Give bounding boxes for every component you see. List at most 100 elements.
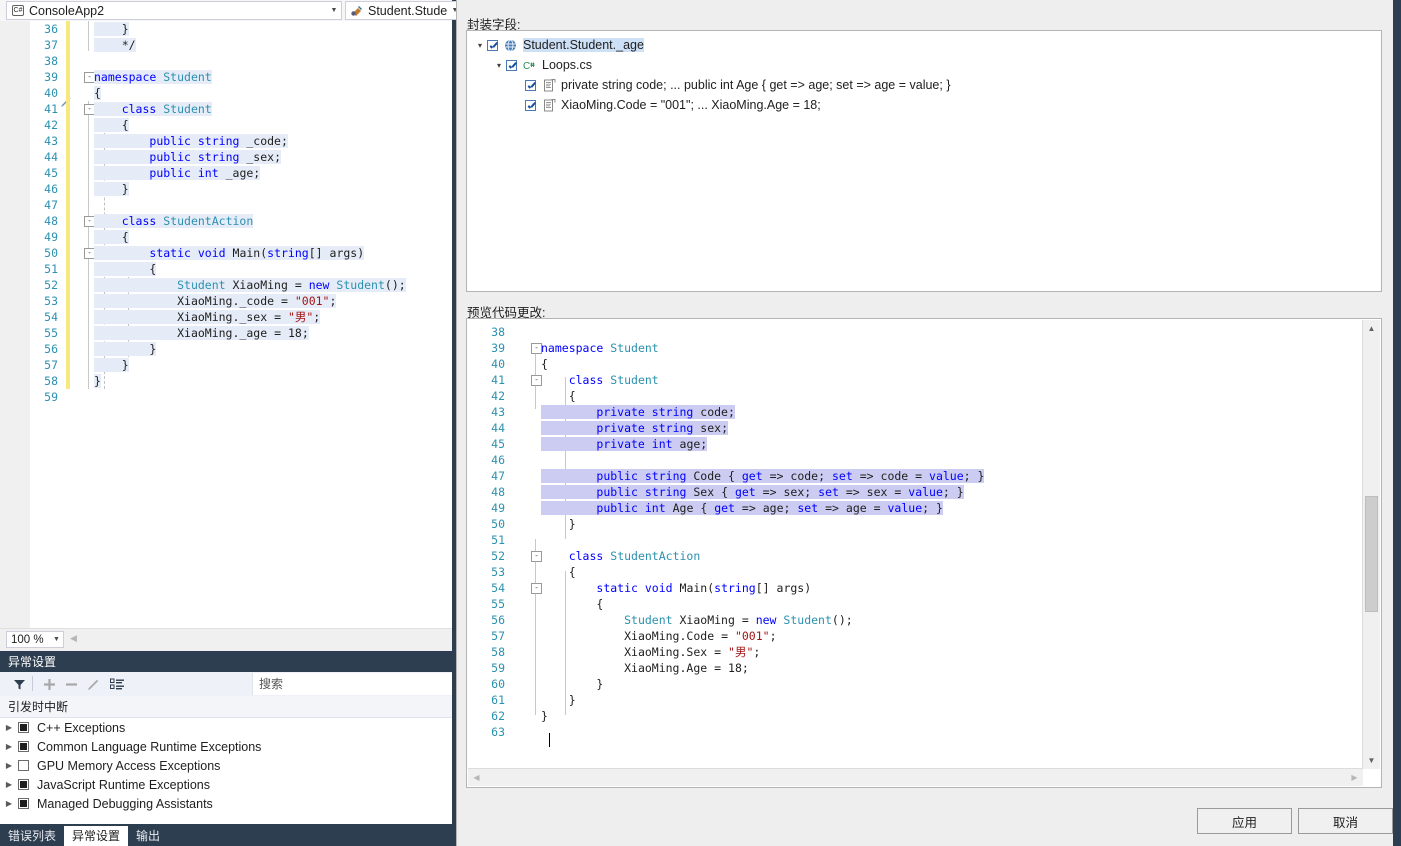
member-dropdown[interactable]: Student.Stude ▼ [345, 1, 463, 20]
apply-button[interactable]: 应用 [1197, 808, 1292, 834]
editor-line[interactable]: 37 */ [0, 37, 452, 53]
window-right-border [1393, 0, 1401, 846]
filter-icon[interactable] [10, 675, 28, 693]
visual-studio-client-area: C# ConsoleApp2 ▼ Student.Stude ▼ 36} 37… [0, 0, 463, 846]
change-bar [66, 21, 70, 37]
line-number: 48 [44, 214, 58, 228]
exception-label: JavaScript Runtime Exceptions [37, 777, 210, 792]
exception-search-input[interactable]: 搜索 [252, 673, 452, 695]
exception-list[interactable]: ▶ C++ Exceptions ▶ Common Language Runtime … [0, 718, 452, 824]
editor-line[interactable]: 45 public int _age; [0, 165, 452, 181]
line-number: 37 [44, 38, 58, 52]
editor-code-lines[interactable]: 36 } 37 */38 39- namespace Student 40{41- cl… [0, 21, 452, 628]
preview-line-number: 57 [491, 629, 505, 643]
columns-icon[interactable] [108, 675, 126, 693]
editor-line[interactable]: 59 [0, 389, 452, 405]
scroll-right-arrow-icon-preview[interactable]: ▶ [1346, 769, 1363, 786]
exception-checkbox[interactable] [18, 741, 29, 752]
tool-tab-inactive[interactable]: 输出 [128, 826, 168, 846]
tree-node[interactable]: private string code; ... public int Age … [467, 75, 1381, 95]
preview-line-text: { [541, 357, 548, 371]
change-bar [66, 133, 70, 149]
exception-row[interactable]: ▶ Managed Debugging Assistants [0, 794, 452, 813]
editor-line[interactable]: 49 { [0, 229, 452, 245]
exception-row[interactable]: ▶ JavaScript Runtime Exceptions [0, 775, 452, 794]
editor-line[interactable]: 52 Student XiaoMing = new Student(); [0, 277, 452, 293]
editor-line[interactable]: 44 public string _sex; [0, 149, 452, 165]
editor-line[interactable]: 56 } [0, 341, 452, 357]
scroll-down-arrow-icon[interactable]: ▼ [1363, 752, 1380, 769]
editor-line[interactable]: 41- class Student [0, 101, 452, 117]
line-text: { [94, 117, 129, 133]
line-number: 51 [44, 262, 58, 276]
editor-line[interactable]: 36 } [0, 21, 452, 37]
tree-node-label: private string code; ... public int Age … [561, 78, 951, 92]
expand-arrow-icon[interactable]: ▶ [0, 799, 18, 808]
zoom-level-dropdown[interactable]: 100 % ▼ [6, 631, 64, 648]
exception-checkbox[interactable] [18, 779, 29, 790]
expand-arrow-icon[interactable]: ▶ [0, 742, 18, 751]
exception-checkbox[interactable] [18, 722, 29, 733]
scroll-up-arrow-icon[interactable]: ▲ [1363, 320, 1380, 337]
tool-tab-inactive[interactable]: 错误列表 [0, 826, 64, 846]
exception-checkbox[interactable] [18, 798, 29, 809]
tree-expand-arrow-icon[interactable]: ▾ [492, 61, 506, 70]
line-text: } [94, 21, 129, 37]
expand-arrow-icon[interactable]: ▶ [0, 780, 18, 789]
code-change-icon [541, 78, 556, 93]
changes-tree-view[interactable]: ▾ Student.Student._age ▾ C Loops.cs private s… [466, 30, 1382, 292]
exception-row[interactable]: ▶ Common Language Runtime Exceptions [0, 737, 452, 756]
editor-line[interactable]: 48- class StudentAction [0, 213, 452, 229]
tree-node-checkbox[interactable] [525, 99, 536, 111]
tree-node[interactable]: ▾ C Loops.cs [467, 55, 1381, 75]
editor-line[interactable]: 55 XiaoMing._age = 18; [0, 325, 452, 341]
chevron-down-icon[interactable]: ▼ [327, 7, 341, 14]
preview-line-text: XiaoMing.Sex = "男"; [624, 645, 761, 659]
edit-icon[interactable] [84, 675, 102, 693]
preview-code-pane[interactable]: 38 39- namespace Student 40{41- class Stude… [466, 318, 1382, 788]
exception-row[interactable]: ▶ C++ Exceptions [0, 718, 452, 737]
editor-line[interactable]: 47 [0, 197, 452, 213]
editor-line[interactable]: 40 { [0, 85, 452, 101]
tree-node-checkbox[interactable] [525, 79, 536, 91]
tree-expand-arrow-icon[interactable]: ▾ [473, 41, 487, 50]
expand-arrow-icon[interactable]: ▶ [0, 761, 18, 770]
add-icon[interactable] [40, 675, 58, 693]
editor-line[interactable]: 58} [0, 373, 452, 389]
editor-line[interactable]: 54 XiaoMing._sex = "男"; [0, 309, 452, 325]
tree-node-checkbox[interactable] [506, 59, 517, 71]
line-number: 59 [44, 390, 58, 404]
editor-line[interactable]: 46 } [0, 181, 452, 197]
editor-line[interactable]: 38 [0, 53, 452, 69]
preview-vertical-scrollbar[interactable]: ▲ ▼ [1362, 320, 1380, 769]
project-type-dropdown[interactable]: C# ConsoleApp2 ▼ [6, 1, 342, 20]
editor-line[interactable]: 57 } [0, 357, 452, 373]
tool-tab-active[interactable]: 异常设置 [64, 826, 129, 846]
preview-line-text: namespace Student [541, 341, 659, 355]
editor-line[interactable]: 42 { [0, 117, 452, 133]
method-icon [349, 3, 365, 18]
cancel-button[interactable]: 取消 [1298, 808, 1393, 834]
preview-vscroll-thumb[interactable] [1365, 496, 1378, 612]
tree-node[interactable]: XiaoMing.Code = "001"; ... XiaoMing.Age … [467, 95, 1381, 115]
chevron-down-icon-zoom[interactable]: ▼ [50, 636, 63, 643]
app-root: C# ConsoleApp2 ▼ Student.Stude ▼ 36} 37… [0, 0, 1401, 846]
editor-line[interactable]: 51 { [0, 261, 452, 277]
expand-arrow-icon[interactable]: ▶ [0, 723, 18, 732]
scroll-left-arrow-icon-preview[interactable]: ◀ [468, 769, 485, 786]
exception-row[interactable]: ▶ GPU Memory Access Exceptions [0, 756, 452, 775]
line-number: 44 [44, 150, 58, 164]
tree-node[interactable]: ▾ Student.Student._age [467, 35, 1381, 55]
exception-checkbox[interactable] [18, 760, 29, 771]
preview-horizontal-scrollbar[interactable]: ◀ ▶ [468, 768, 1363, 786]
line-number: 52 [44, 278, 58, 292]
editor-line[interactable]: 50- static void Main(string[] args) [0, 245, 452, 261]
editor-line[interactable]: 43 public string _code; [0, 133, 452, 149]
remove-icon[interactable] [62, 675, 80, 693]
editor-line[interactable]: 53 XiaoMing._code = "001"; [0, 293, 452, 309]
preview-line-text: private string sex; [541, 420, 728, 436]
editor-line[interactable]: 39- namespace Student [0, 69, 452, 85]
tree-node-checkbox[interactable] [487, 39, 498, 51]
code-editor[interactable]: 36 } 37 */38 39- namespace Student 40{41- cl… [0, 21, 452, 628]
scroll-left-arrow-icon[interactable]: ◀ [70, 633, 77, 644]
